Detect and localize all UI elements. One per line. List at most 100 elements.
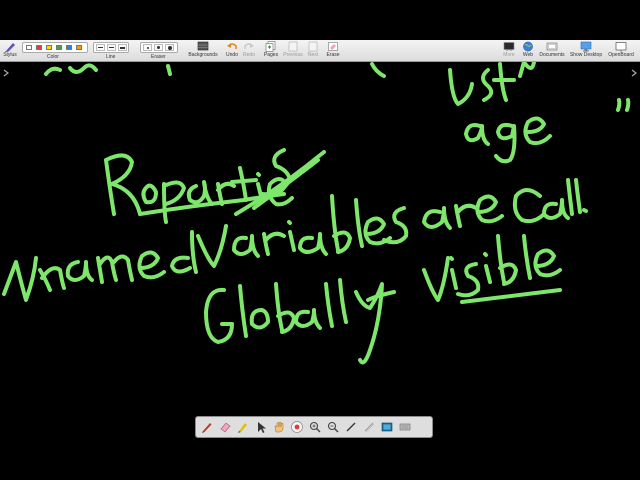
right-scroll-arrow-icon[interactable]	[630, 68, 638, 78]
pen-icon[interactable]	[200, 420, 214, 434]
main-toolbar: Stylus Color Line Eraser Backgrounds Und…	[0, 40, 640, 62]
stroke-quote-mark-2	[625, 98, 631, 112]
stroke-top-fragment-1	[44, 66, 62, 76]
stroke-are-r	[454, 203, 478, 228]
stroke-globally-l3	[338, 278, 348, 324]
visual-keyboard-icon[interactable]	[398, 420, 412, 434]
backgrounds-button[interactable]: Backgrounds	[185, 40, 221, 62]
eraser-medium-button[interactable]	[154, 44, 163, 51]
stylus-label: Stylus	[3, 52, 17, 58]
pages-button[interactable]: Pages	[262, 40, 280, 62]
stroke-properties-t	[230, 166, 258, 202]
documents-button[interactable]: Documents	[537, 40, 567, 62]
line-icon[interactable]	[344, 420, 358, 434]
stylus-button[interactable]: Stylus	[2, 40, 18, 62]
stroke-globally-b	[274, 282, 296, 334]
stroke-visible-s	[456, 262, 481, 298]
openboard-menu-button[interactable]: OpenBoard	[606, 40, 636, 62]
selector-icon[interactable]	[254, 420, 268, 434]
stroke-are-a	[422, 206, 452, 230]
line-medium-button[interactable]	[107, 44, 116, 51]
redo-button[interactable]: Redo	[241, 40, 257, 62]
next-page-icon	[308, 41, 318, 52]
redo-label: Redo	[243, 52, 255, 58]
openboard-window: Stylus Color Line Eraser Backgrounds Und…	[0, 0, 640, 480]
stroke-visible-i	[449, 256, 458, 290]
stroke-visible-i2	[483, 252, 492, 284]
color-swatch-blue[interactable]	[66, 45, 72, 50]
documents-icon	[546, 42, 558, 51]
previous-page-icon	[288, 41, 298, 52]
color-swatch-orange[interactable]	[76, 45, 82, 50]
stroke-last-word	[448, 60, 536, 106]
show-desktop-button[interactable]: Show Desktop	[568, 40, 604, 62]
stroke-globally-G	[204, 287, 234, 344]
stroke-unnamed-e	[137, 250, 166, 280]
stroke-globally-o	[249, 308, 270, 330]
documents-label: Documents	[539, 52, 565, 58]
stroke-variables-a2	[298, 232, 328, 256]
stroke-are-e	[475, 194, 504, 224]
web-label: Web	[522, 52, 534, 58]
color-swatch-white[interactable]	[26, 45, 32, 50]
stroke-unnamed-d	[170, 230, 198, 274]
more-label: More	[503, 52, 515, 58]
stroke-variables-i	[287, 220, 296, 252]
openboard-label: OpenBoard	[608, 52, 634, 58]
stroke-variables-s	[382, 206, 409, 245]
stroke-variables-v	[196, 224, 228, 268]
text-icon[interactable]	[362, 420, 376, 434]
web-button[interactable]: Web	[520, 40, 536, 62]
pages-icon	[265, 41, 276, 52]
line-label: Line	[106, 54, 116, 60]
stroke-globally-l2	[324, 282, 334, 328]
line-width-selector	[93, 42, 129, 53]
color-swatch-yellow[interactable]	[46, 45, 52, 50]
color-swatch-green[interactable]	[56, 45, 62, 50]
desktop-icon	[580, 41, 592, 52]
line-thin-button[interactable]	[96, 44, 105, 51]
erase-icon	[328, 42, 338, 51]
stroke-unnamed-n	[38, 266, 66, 292]
eraser-icon[interactable]	[218, 420, 232, 434]
floating-tool-palette	[195, 416, 433, 438]
stroke-visible-e	[533, 248, 562, 278]
stroke-age-a	[464, 123, 490, 146]
stroke-variables-l	[354, 198, 364, 248]
stroke-unnamed-N	[2, 256, 38, 302]
more-button[interactable]: More	[500, 40, 518, 62]
stroke-variables-b	[330, 194, 352, 254]
backgrounds-label: Backgrounds	[188, 52, 218, 58]
erase-button[interactable]: Erase	[324, 40, 342, 62]
stroke-variables-r	[262, 231, 286, 256]
capture-icon[interactable]	[380, 420, 394, 434]
eraser-size-selector	[140, 42, 178, 53]
next-page-button[interactable]: Next	[305, 40, 321, 62]
eraser-small-button[interactable]	[143, 44, 152, 51]
color-swatch-red[interactable]	[36, 45, 42, 50]
color-palette	[22, 42, 88, 53]
line-thick-button[interactable]	[118, 44, 127, 51]
previous-page-button[interactable]: Previous	[282, 40, 304, 62]
stroke-age-g	[494, 122, 517, 164]
stroke-globally-l	[238, 284, 248, 338]
redo-icon	[244, 43, 254, 49]
color-label: Color	[47, 54, 59, 60]
stroke-top-fragment-3	[166, 64, 172, 76]
stroke-call-l1	[566, 178, 574, 216]
openboard-logo-icon	[615, 42, 627, 52]
pages-label: Pages	[263, 52, 279, 58]
stroke-unnamed-m	[96, 254, 134, 284]
stylus-icon	[5, 43, 15, 52]
undo-button[interactable]: Undo	[224, 40, 240, 62]
eraser-label: Eraser	[151, 54, 166, 60]
marker-icon[interactable]	[236, 420, 250, 434]
zoom-out-icon[interactable]	[326, 420, 340, 434]
eraser-large-button[interactable]	[165, 44, 174, 51]
left-scroll-arrow-icon[interactable]	[2, 68, 10, 78]
hand-icon[interactable]	[272, 420, 286, 434]
stroke-visible-l	[522, 234, 532, 280]
laser-icon[interactable]	[290, 420, 304, 434]
stroke-properties-a	[186, 180, 214, 206]
zoom-in-icon[interactable]	[308, 420, 322, 434]
